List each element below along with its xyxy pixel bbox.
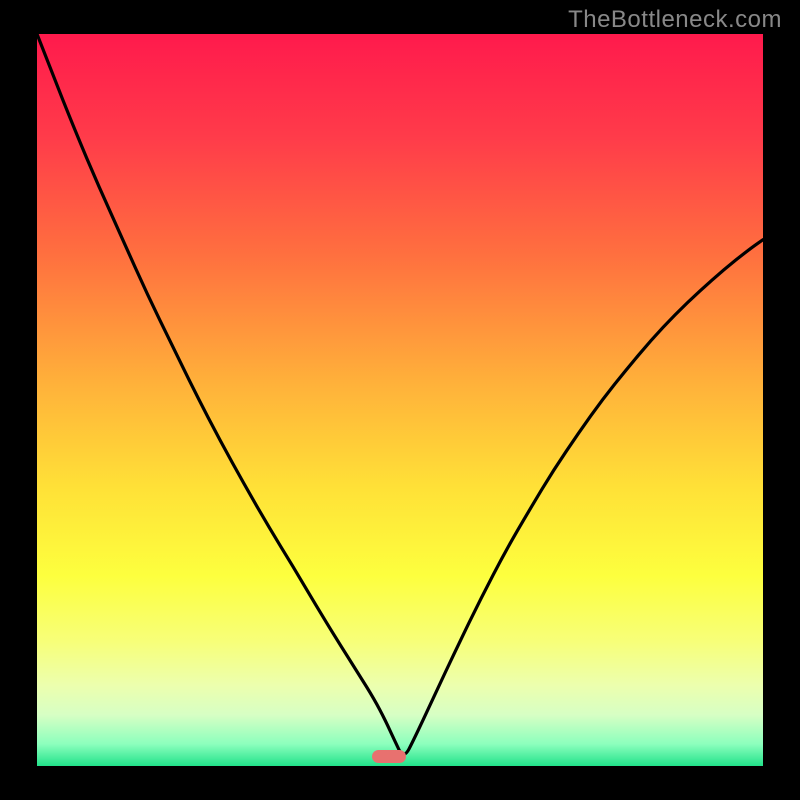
- bottleneck-curve: [37, 34, 763, 754]
- curve-svg: [37, 34, 763, 766]
- plot-area: [37, 34, 763, 766]
- optimal-marker: [372, 750, 406, 763]
- chart-frame: TheBottleneck.com: [0, 0, 800, 800]
- watermark-text: TheBottleneck.com: [568, 6, 782, 34]
